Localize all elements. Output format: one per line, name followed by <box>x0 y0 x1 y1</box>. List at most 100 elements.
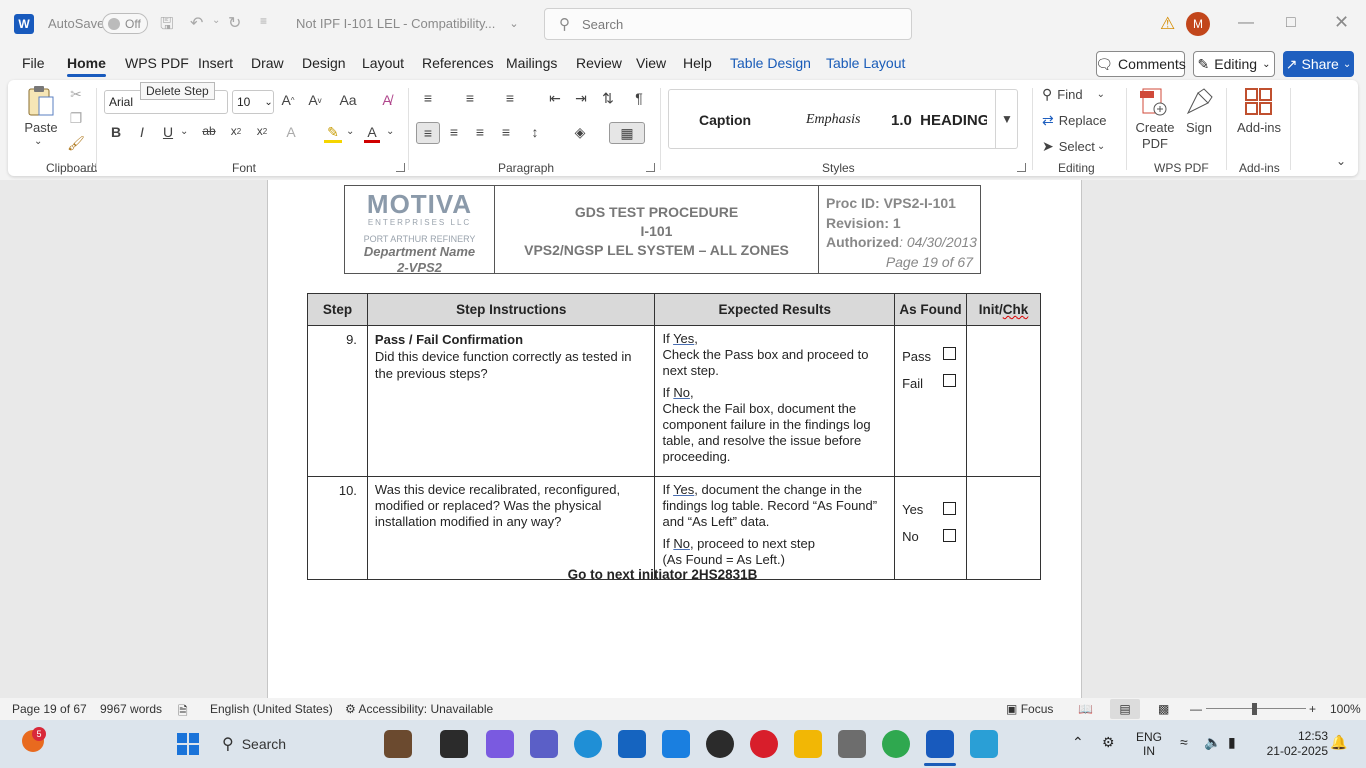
borders-icon[interactable]: ▦ <box>609 122 645 144</box>
app-icon[interactable] <box>838 730 866 758</box>
superscript-icon[interactable]: x2 <box>254 124 270 138</box>
cut-icon[interactable]: ✂ <box>68 86 84 103</box>
tab-home[interactable]: Home <box>67 55 106 77</box>
tab-references[interactable]: References <box>422 55 494 71</box>
step-instructions[interactable]: Pass / Fail Confirmation Did this device… <box>366 325 656 477</box>
create-pdf-icon[interactable] <box>1139 86 1169 118</box>
italic-icon[interactable]: I <box>134 124 150 140</box>
undo-dropdown-icon[interactable]: ⌄ <box>212 15 220 26</box>
subscript-icon[interactable]: x2 <box>228 124 244 138</box>
task-view-icon[interactable] <box>440 730 468 758</box>
styles-launcher-icon[interactable] <box>1017 163 1026 172</box>
print-layout-icon[interactable]: ▤ <box>1110 699 1140 719</box>
store-icon[interactable] <box>618 730 646 758</box>
close-icon[interactable]: ✕ <box>1334 12 1349 33</box>
bold-icon[interactable]: B <box>108 124 124 140</box>
focus-mode[interactable]: ▣ Focus <box>1006 702 1053 716</box>
undo-icon[interactable]: ↶ <box>190 13 203 33</box>
chrome-icon[interactable] <box>882 730 910 758</box>
paste-icon[interactable] <box>26 84 56 120</box>
customize-qat-icon[interactable]: ≡ <box>260 14 267 28</box>
format-painter-icon[interactable]: 🖌 <box>67 135 85 152</box>
copilot-icon[interactable] <box>486 730 514 758</box>
style-emphasis[interactable]: Emphasis <box>806 112 860 128</box>
select-button[interactable]: ➤ Select ⌄ <box>1042 138 1105 155</box>
align-center-icon[interactable]: ≡ <box>444 124 464 140</box>
opera-icon[interactable] <box>750 730 778 758</box>
maximize-icon[interactable]: □ <box>1286 14 1296 32</box>
fail-checkbox[interactable] <box>943 374 957 387</box>
edge-icon[interactable] <box>574 730 602 758</box>
tab-table-design[interactable]: Table Design <box>730 55 811 71</box>
add-ins-icon[interactable] <box>1244 86 1274 118</box>
expected-results[interactable]: If Yes, Check the Pass box and proceed to… <box>654 325 896 477</box>
align-right-icon[interactable]: ≡ <box>470 124 490 140</box>
word-taskbar-icon[interactable] <box>926 730 954 758</box>
copy-icon[interactable]: ❐ <box>68 110 84 127</box>
share-button[interactable]: ↗ Share ⌄ <box>1283 51 1354 77</box>
tab-file[interactable]: File <box>22 55 45 71</box>
app-icon[interactable] <box>970 730 998 758</box>
clear-formatting-icon[interactable]: A̸ <box>378 92 396 108</box>
tab-table-layout[interactable]: Table Layout <box>826 55 905 71</box>
tab-review[interactable]: Review <box>576 55 622 71</box>
editing-mode-button[interactable]: ✎ Editing ⌄ <box>1193 51 1275 77</box>
word-count[interactable]: 9967 words <box>100 702 162 716</box>
avatar[interactable]: M <box>1186 12 1210 36</box>
font-color-icon[interactable]: A <box>364 124 380 140</box>
style-caption[interactable]: Caption <box>699 112 751 128</box>
shading-icon[interactable]: ◈ <box>570 124 590 141</box>
step-instructions[interactable]: Was this device recalibrated, reconfigur… <box>366 476 656 580</box>
decrease-indent-icon[interactable]: ⇤ <box>545 90 565 107</box>
minimize-icon[interactable]: — <box>1238 14 1254 32</box>
notifications-icon[interactable]: 🔔 <box>1330 734 1347 751</box>
font-launcher-icon[interactable] <box>396 163 405 172</box>
tab-layout[interactable]: Layout <box>362 55 404 71</box>
clock[interactable]: 12:53 21-02-2025 <box>1258 729 1328 759</box>
multilevel-list-icon[interactable]: ≡ <box>500 90 520 106</box>
sign-button[interactable]: Sign <box>1184 120 1214 135</box>
tab-draw[interactable]: Draw <box>251 55 284 71</box>
warning-icon[interactable]: ⚠ <box>1160 14 1175 34</box>
language-indicator[interactable]: ENG IN <box>1134 730 1164 758</box>
paragraph-launcher-icon[interactable] <box>646 163 655 172</box>
save-icon[interactable]: 🖫 <box>160 13 174 40</box>
add-ins-button[interactable]: Add-ins <box>1236 120 1282 135</box>
underline-dropdown-icon[interactable]: ⌄ <box>180 126 188 137</box>
change-case-icon[interactable]: Aa <box>334 92 362 108</box>
strikethrough-icon[interactable]: ab <box>200 124 218 138</box>
language[interactable]: English (United States) <box>210 702 333 716</box>
highlight-dropdown-icon[interactable]: ⌄ <box>346 126 354 137</box>
justify-icon[interactable]: ≡ <box>496 124 516 140</box>
highlight-icon[interactable]: ✎ <box>324 124 342 141</box>
create-pdf-button[interactable]: Create PDF <box>1130 120 1180 152</box>
paste-button[interactable]: Paste <box>24 120 57 135</box>
zoom-slider-thumb[interactable] <box>1252 703 1257 715</box>
align-left-icon[interactable]: ≡ <box>416 122 440 144</box>
text-effects-icon[interactable]: A <box>282 124 300 140</box>
taskbar-search[interactable]: ⚲ Search <box>216 728 410 760</box>
web-layout-icon[interactable]: ▩ <box>1158 702 1169 716</box>
expected-results[interactable]: If Yes, document the change in the findi… <box>654 476 896 580</box>
replace-button[interactable]: ⇄ Replace <box>1042 112 1106 129</box>
show-formatting-icon[interactable]: ¶ <box>630 90 648 106</box>
collapse-ribbon-icon[interactable]: ⌄ <box>1336 154 1346 168</box>
sort-icon[interactable]: ⇅ <box>598 90 618 107</box>
accessibility-status[interactable]: ⚙ Accessibility: Unavailable <box>345 702 493 716</box>
bullets-icon[interactable]: ≡ <box>418 90 438 106</box>
windows-start-icon[interactable] <box>176 732 200 756</box>
comments-button[interactable]: 🗨 Comments <box>1095 51 1186 77</box>
pass-checkbox[interactable] <box>943 347 957 360</box>
tab-help[interactable]: Help <box>683 55 712 71</box>
increase-indent-icon[interactable]: ⇥ <box>571 90 591 107</box>
font-color-dropdown-icon[interactable]: ⌄ <box>386 126 394 137</box>
find-button[interactable]: ⚲ Find ⌄ <box>1042 86 1105 103</box>
clipboard-launcher-icon[interactable] <box>84 163 93 172</box>
tab-mailings[interactable]: Mailings <box>506 55 557 71</box>
search-highlight-icon[interactable] <box>384 730 412 758</box>
wifi-icon[interactable]: ≈ <box>1180 734 1188 750</box>
tab-wps-pdf[interactable]: WPS PDF <box>125 55 189 71</box>
search-box[interactable]: ⚲ Search <box>544 8 912 40</box>
tab-design[interactable]: Design <box>302 55 346 71</box>
network-icon[interactable]: ⚙ <box>1102 734 1115 751</box>
